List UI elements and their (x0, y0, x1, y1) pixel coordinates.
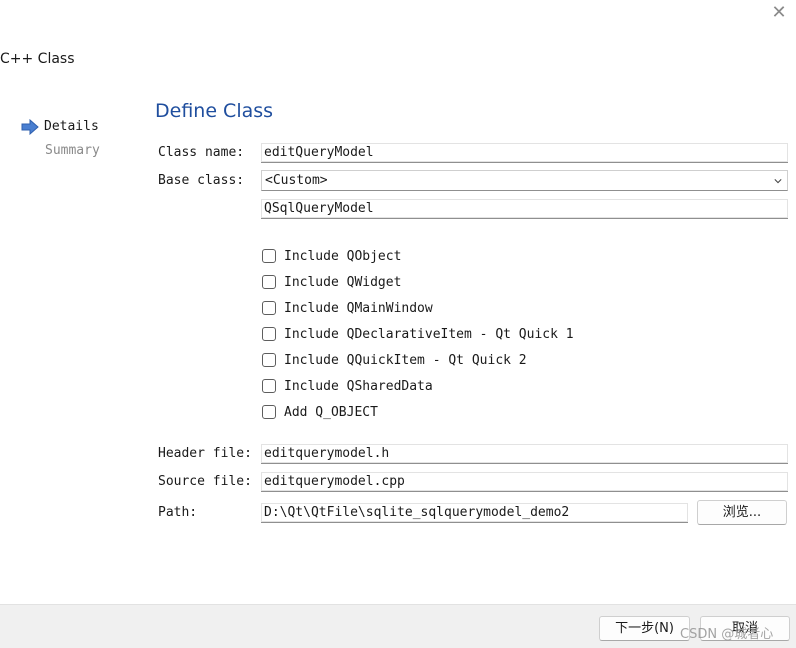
arrow-right-icon (21, 119, 39, 135)
include-qobject-label: Include QObject (284, 248, 402, 264)
source-file-field[interactable]: editquerymodel.cpp (261, 472, 788, 492)
base-class-custom-field[interactable]: QSqlQueryModel (261, 199, 788, 219)
option-add-q-object[interactable]: Add Q_OBJECT (262, 403, 378, 421)
include-qquickitem-checkbox[interactable] (262, 353, 276, 367)
include-qobject-checkbox[interactable] (262, 249, 276, 263)
header-file-field[interactable]: editquerymodel.h (261, 444, 788, 464)
wizard-footer: 下一步(N) 取消 (0, 604, 796, 648)
include-qshareddata-label: Include QSharedData (284, 378, 433, 394)
include-qdeclarativeitem-checkbox[interactable] (262, 327, 276, 341)
path-field[interactable]: D:\Qt\QtFile\sqlite_sqlquerymodel_demo2 (261, 503, 688, 523)
include-qquickitem-label: Include QQuickItem - Qt Quick 2 (284, 352, 527, 368)
base-class-label: Base class: (158, 173, 245, 188)
option-include-qmainwindow[interactable]: Include QMainWindow (262, 299, 433, 317)
option-include-qdeclarativeitem[interactable]: Include QDeclarativeItem - Qt Quick 1 (262, 325, 574, 343)
include-qmainwindow-label: Include QMainWindow (284, 300, 433, 316)
add-q-object-label: Add Q_OBJECT (284, 404, 378, 420)
wizard-step-summary: Summary (45, 143, 100, 158)
option-include-qquickitem[interactable]: Include QQuickItem - Qt Quick 2 (262, 351, 527, 369)
watermark: CSDN @城者心 (680, 627, 774, 642)
class-name-label: Class name: (158, 145, 245, 160)
base-class-selected-value: <Custom> (265, 173, 328, 188)
include-qwidget-label: Include QWidget (284, 274, 402, 290)
option-include-qobject[interactable]: Include QObject (262, 247, 401, 265)
option-include-qshareddata[interactable]: Include QSharedData (262, 377, 433, 395)
wizard-step-details: Details (44, 119, 99, 134)
source-file-label: Source file: (158, 474, 252, 489)
base-class-select[interactable]: <Custom> (261, 170, 788, 191)
window-title: C++ Class (0, 51, 75, 67)
browse-button[interactable]: 浏览... (697, 500, 787, 525)
chevron-down-icon (774, 179, 782, 184)
include-qdeclarativeitem-label: Include QDeclarativeItem - Qt Quick 1 (284, 326, 574, 342)
option-include-qwidget[interactable]: Include QWidget (262, 273, 401, 291)
page-title: Define Class (155, 100, 274, 122)
next-button[interactable]: 下一步(N) (599, 616, 690, 641)
class-name-field[interactable]: editQueryModel (261, 143, 788, 163)
add-q-object-checkbox[interactable] (262, 405, 276, 419)
include-qwidget-checkbox[interactable] (262, 275, 276, 289)
header-file-label: Header file: (158, 446, 252, 461)
include-qmainwindow-checkbox[interactable] (262, 301, 276, 315)
path-label: Path: (158, 505, 198, 520)
include-qshareddata-checkbox[interactable] (262, 379, 276, 393)
close-icon[interactable]: ✕ (768, 2, 790, 24)
